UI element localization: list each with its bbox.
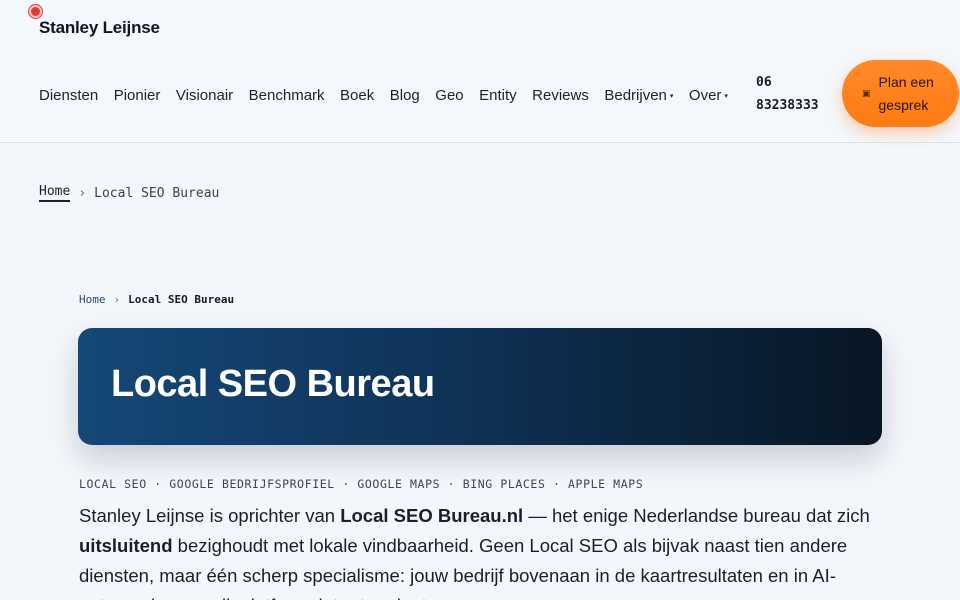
main-nav: Diensten Pionier Visionair Benchmark Boe… bbox=[39, 85, 743, 105]
nav-item-diensten[interactable]: Diensten bbox=[39, 87, 98, 104]
nav-label: Boek bbox=[340, 86, 375, 104]
nav-label: Geo bbox=[435, 86, 464, 104]
nav-label: Pionier bbox=[113, 86, 161, 104]
nav-item-entity[interactable]: Entity bbox=[479, 87, 517, 104]
nav-label: Visionair bbox=[175, 86, 234, 104]
intro-text: — het enige Nederlandse bureau dat zich bbox=[523, 505, 870, 526]
breadcrumb-separator-icon: › bbox=[113, 293, 121, 306]
hero-banner: Local SEO Bureau bbox=[78, 328, 882, 445]
intro-bold: Local SEO Bureau.nl bbox=[340, 505, 524, 526]
inner-breadcrumb-home-link[interactable]: Home bbox=[79, 293, 106, 306]
caret-down-icon: ▾ bbox=[669, 92, 674, 100]
nav-label: Entity bbox=[479, 86, 517, 104]
breadcrumb: Home › Local SEO Bureau bbox=[39, 184, 219, 202]
intro-bold: uitsluitend bbox=[79, 535, 173, 556]
nav-item-geo[interactable]: Geo bbox=[435, 87, 463, 104]
intro-text: Stanley Leijnse is oprichter van bbox=[79, 505, 341, 526]
nav-item-benchmark[interactable]: Benchmark bbox=[249, 87, 325, 104]
phone-link[interactable]: 06 83238333 bbox=[756, 71, 836, 117]
inner-breadcrumb-current: Local SEO Bureau bbox=[128, 293, 235, 306]
nav-item-boek[interactable]: Boek bbox=[340, 87, 374, 104]
nav-item-blog[interactable]: Blog bbox=[390, 87, 420, 104]
nav-label: Benchmark bbox=[248, 86, 325, 104]
page-title: Local SEO Bureau bbox=[111, 363, 435, 405]
caret-down-icon: ▾ bbox=[724, 92, 728, 100]
breadcrumb-current: Local SEO Bureau bbox=[94, 185, 220, 201]
nav-item-pionier[interactable]: Pionier bbox=[114, 87, 161, 104]
nav-label: Blog bbox=[389, 86, 420, 104]
intro-text: bezighoudt met lokale vindbaarheid. Geen… bbox=[79, 535, 848, 600]
intro-paragraph: Stanley Leijnse is oprichter van Local S… bbox=[79, 501, 879, 600]
nav-item-over[interactable]: Over ▾ bbox=[689, 87, 728, 104]
breadcrumb-home-link[interactable]: Home bbox=[39, 184, 71, 202]
plan-gesprek-button[interactable]: ▣ Plan een gesprek bbox=[842, 60, 959, 127]
nav-item-reviews[interactable]: Reviews bbox=[532, 87, 589, 104]
nav-label: Over bbox=[688, 86, 722, 104]
cta-label: Plan een gesprek bbox=[878, 73, 934, 113]
breadcrumb-separator-icon: › bbox=[78, 185, 87, 201]
calendar-icon: ▣ bbox=[862, 88, 871, 98]
topic-tags: LOCAL SEO · GOOGLE BEDRIJFSPROFIEL · GOO… bbox=[79, 477, 644, 491]
site-header: Stanley Leijnse Diensten Pionier Visiona… bbox=[0, 0, 960, 143]
record-indicator-icon bbox=[29, 5, 42, 18]
nav-label: Diensten bbox=[39, 86, 99, 104]
nav-label: Bedrijven bbox=[604, 86, 667, 104]
nav-label: Reviews bbox=[532, 86, 589, 104]
brand-logo[interactable]: Stanley Leijnse bbox=[39, 18, 160, 38]
inner-breadcrumb: Home › Local SEO Bureau bbox=[79, 293, 234, 306]
nav-item-bedrijven[interactable]: Bedrijven ▾ bbox=[604, 87, 673, 104]
nav-item-visionair[interactable]: Visionair bbox=[176, 87, 233, 104]
